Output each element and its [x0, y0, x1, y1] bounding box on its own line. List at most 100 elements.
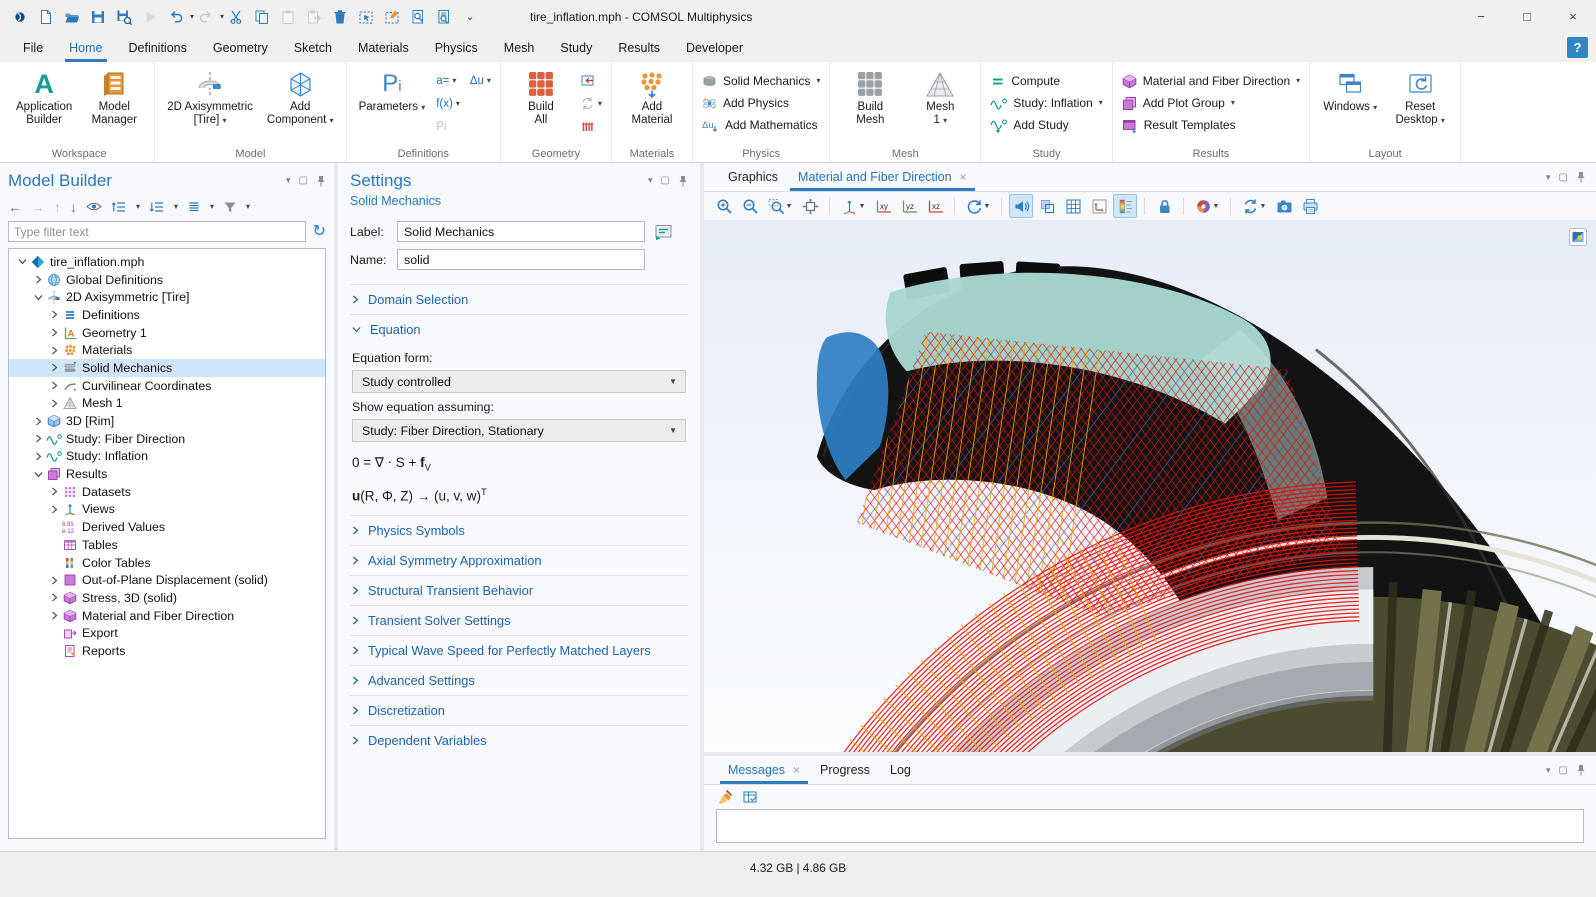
- tree-item-views[interactable]: Views: [9, 501, 325, 519]
- undo-icon[interactable]: [164, 5, 188, 29]
- grid-icon[interactable]: [1061, 194, 1085, 218]
- tree-item-solid-mechanics[interactable]: Solid Mechanics: [9, 359, 325, 377]
- section-typical-wave-speed-for-perfectly-matched-layers[interactable]: Typical Wave Speed for Perfectly Matched…: [350, 635, 688, 665]
- ribbon-solid-mechanics[interactable]: Solid Mechanics▾: [702, 73, 820, 89]
- ribbon-add-plot-group[interactable]: Add Plot Group▾: [1122, 95, 1300, 111]
- graphics-tab-graphics[interactable]: Graphics: [718, 163, 788, 191]
- tree-item-stress-3d-solid[interactable]: Stress, 3D (solid): [9, 589, 325, 607]
- tree-item-tire-inflation-mph[interactable]: tire_inflation.mph: [9, 253, 325, 271]
- save-as-icon[interactable]: [112, 5, 136, 29]
- menu-tab-home[interactable]: Home: [56, 33, 115, 62]
- tree-item-reports[interactable]: Reports: [9, 642, 325, 660]
- section-physics-symbols[interactable]: Physics Symbols: [350, 515, 688, 545]
- snapshot-icon[interactable]: [1272, 194, 1296, 218]
- menu-tab-study[interactable]: Study: [547, 33, 605, 62]
- ribbon-material-and-fiber-direction[interactable]: Material and Fiber Direction▾: [1122, 73, 1300, 89]
- minimize-button[interactable]: −: [1458, 0, 1504, 33]
- ribbon-build-mesh[interactable]: BuildMesh: [839, 67, 901, 145]
- chevron-down-icon[interactable]: ▾: [1546, 172, 1551, 183]
- pin-icon[interactable]: [316, 175, 326, 187]
- sync-view-icon[interactable]: ▼: [1238, 194, 1270, 218]
- pin-icon[interactable]: [1576, 171, 1586, 183]
- tree-item-2d-axisymmetric-tire[interactable]: 2D Axisymmetric [Tire]: [9, 288, 325, 306]
- pin-icon[interactable]: [1576, 764, 1586, 776]
- nav-up-icon[interactable]: ↑: [54, 200, 61, 214]
- float-icon[interactable]: ▢: [1559, 172, 1568, 183]
- open-icon[interactable]: [60, 5, 84, 29]
- ribbon-2d-axisymmetric-tire[interactable]: 2D Axisymmetric[Tire] ▾: [164, 67, 256, 145]
- float-icon[interactable]: ▢: [1559, 765, 1568, 776]
- scene-color-icon[interactable]: [1009, 194, 1033, 218]
- collapse-icon[interactable]: [149, 200, 165, 214]
- paste-icon[interactable]: [276, 5, 300, 29]
- section-structural-transient-behavior[interactable]: Structural Transient Behavior: [350, 575, 688, 605]
- select-box-icon[interactable]: [354, 5, 378, 29]
- nav-back-icon[interactable]: ←: [8, 200, 22, 214]
- axis-widget-icon[interactable]: [1087, 194, 1111, 218]
- section-axial-symmetry-approximation[interactable]: Axial Symmetry Approximation: [350, 545, 688, 575]
- search-icon[interactable]: [432, 5, 456, 29]
- section-equation[interactable]: Equation: [350, 314, 688, 344]
- run-icon[interactable]: [138, 5, 162, 29]
- menu-tab-file[interactable]: File: [10, 33, 56, 62]
- float-icon[interactable]: ▢: [661, 175, 670, 186]
- name-field[interactable]: [397, 249, 645, 270]
- tree-item-global-definitions[interactable]: Global Definitions: [9, 271, 325, 289]
- menu-tab-results[interactable]: Results: [605, 33, 673, 62]
- close-icon[interactable]: ×: [960, 170, 967, 184]
- ribbon-parameters[interactable]: PiParameters ▾: [356, 67, 429, 145]
- filter-icon[interactable]: [223, 200, 237, 214]
- zoom-out-icon[interactable]: [738, 194, 762, 218]
- messages-tab-messages[interactable]: Messages×: [718, 756, 810, 784]
- view-xy-icon[interactable]: xy: [871, 194, 895, 218]
- ribbon-add-physics[interactable]: Add Physics: [702, 95, 820, 111]
- ribbon-build-all[interactable]: BuildAll: [510, 67, 572, 145]
- rotate-icon[interactable]: ▼: [962, 194, 994, 218]
- menu-tab-sketch[interactable]: Sketch: [281, 33, 345, 62]
- ribbon-add-study[interactable]: Add Study: [990, 117, 1102, 133]
- tree-item-material-and-fiber-direction[interactable]: Material and Fiber Direction: [9, 607, 325, 625]
- chevron-down-icon[interactable]: ▾: [286, 175, 291, 186]
- menu-tab-materials[interactable]: Materials: [345, 33, 422, 62]
- view-yz-icon[interactable]: yz: [897, 194, 921, 218]
- maximize-button[interactable]: □: [1504, 0, 1550, 33]
- tree-item-geometry-1[interactable]: AGeometry 1: [9, 324, 325, 342]
- show-icon[interactable]: [86, 200, 102, 213]
- customize-toolbar-icon[interactable]: ⌄: [458, 5, 482, 29]
- delete-icon[interactable]: [328, 5, 352, 29]
- ribbon-mini-f-x[interactable]: f(x)▾: [436, 96, 460, 111]
- copy-icon[interactable]: [250, 5, 274, 29]
- ribbon-model-manager[interactable]: ModelManager: [83, 67, 145, 145]
- section-domain-selection[interactable]: Domain Selection: [350, 284, 688, 314]
- tree-item-curvilinear-coordinates[interactable]: Curvilinear Coordinates: [9, 377, 325, 395]
- ribbon-add-mathematics[interactable]: ΔuAdd Mathematics: [702, 117, 820, 133]
- expand-icon[interactable]: [111, 200, 127, 214]
- tree-item-tables[interactable]: Tables: [9, 536, 325, 554]
- section-transient-solver-settings[interactable]: Transient Solver Settings: [350, 605, 688, 635]
- ribbon-application-builder[interactable]: AApplicationBuilder: [13, 67, 75, 145]
- chevron-down-icon[interactable]: ▾: [648, 175, 653, 186]
- tree-item-study-inflation[interactable]: Study: Inflation: [9, 448, 325, 466]
- tree-item-3d-rim[interactable]: 3D [Rim]: [9, 412, 325, 430]
- messages-tab-log[interactable]: Log: [880, 756, 921, 784]
- compact-icon[interactable]: [187, 200, 201, 214]
- cut-icon[interactable]: [224, 5, 248, 29]
- help-button[interactable]: ?: [1567, 37, 1588, 58]
- tree-item-definitions[interactable]: Definitions: [9, 306, 325, 324]
- tree-item-export[interactable]: Export: [9, 624, 325, 642]
- message-table-icon[interactable]: [742, 789, 758, 805]
- graphics-tab-material-and-fiber-direction[interactable]: Material and Fiber Direction×: [788, 163, 977, 191]
- pin-icon[interactable]: [678, 175, 688, 187]
- print-icon[interactable]: [1298, 194, 1322, 218]
- menu-tab-geometry[interactable]: Geometry: [200, 33, 281, 62]
- paste-special-icon[interactable]: [302, 5, 326, 29]
- tree-item-study-fiber-direction[interactable]: Study: Fiber Direction: [9, 430, 325, 448]
- tree-item-out-of-plane-displacement-solid[interactable]: Out-of-Plane Displacement (solid): [9, 571, 325, 589]
- nav-forward-icon[interactable]: →: [31, 200, 45, 214]
- clear-selection-icon[interactable]: [380, 5, 404, 29]
- find-icon[interactable]: [406, 5, 430, 29]
- zoom-in-icon[interactable]: [712, 194, 736, 218]
- menu-tab-developer[interactable]: Developer: [673, 33, 756, 62]
- tree-item-mesh-1[interactable]: Mesh 1: [9, 395, 325, 413]
- section-discretization[interactable]: Discretization: [350, 695, 688, 725]
